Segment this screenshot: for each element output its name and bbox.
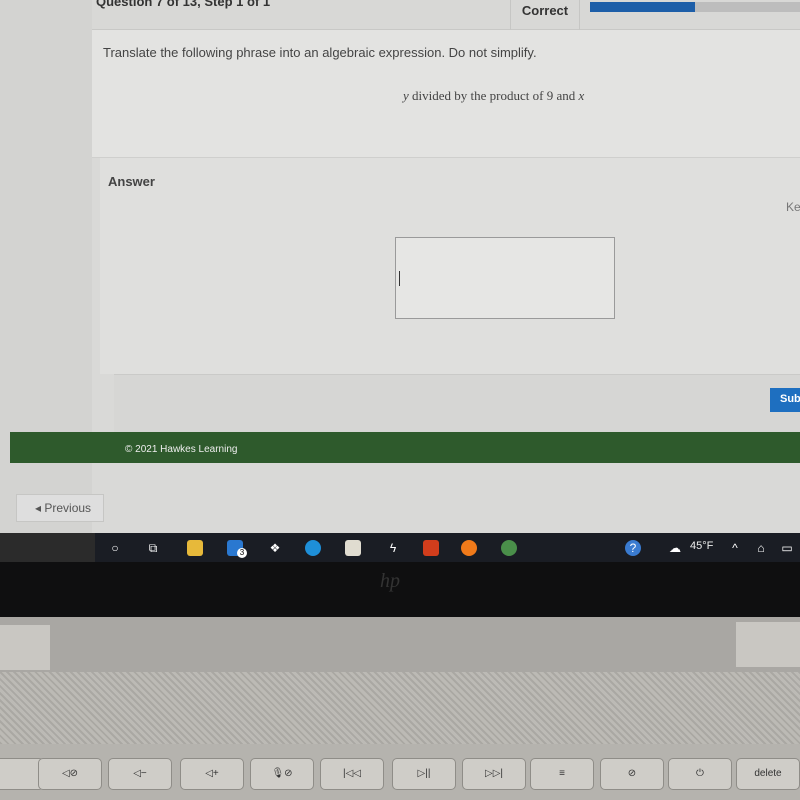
speaker-grille — [0, 672, 800, 744]
key-f5-mute[interactable]: ◁⊘ — [38, 758, 102, 790]
store-icon[interactable] — [345, 540, 361, 556]
task-view-icon[interactable]: ⧉ — [145, 540, 161, 556]
mail-badge: 3 — [237, 548, 247, 558]
network-icon[interactable]: ⌂ — [753, 540, 769, 556]
key-f11-next[interactable]: ▷▷| — [462, 758, 526, 790]
file-explorer-icon[interactable] — [187, 540, 203, 556]
laptop-bezel — [0, 562, 800, 617]
copyright: © 2021 Hawkes Learning — [125, 444, 238, 455]
key-f6-volume-down[interactable]: ◁− — [108, 758, 172, 790]
answer-input[interactable] — [395, 237, 615, 319]
key-f12-menu[interactable]: ≡ — [530, 758, 594, 790]
key-airplane[interactable]: ⊘ — [600, 758, 664, 790]
firefox-icon[interactable] — [461, 540, 477, 556]
weather-temp[interactable]: 45°F — [690, 540, 713, 552]
submit-button[interactable]: Sub — [770, 388, 800, 412]
progress-fill — [590, 2, 695, 12]
question-title: Question 7 of 13, Step 1 of 1 — [96, 0, 271, 9]
key-f9-previous[interactable]: |◁◁ — [320, 758, 384, 790]
answer-label: Answer — [108, 174, 155, 189]
key-power[interactable]: ⏻ — [668, 758, 732, 790]
previous-button[interactable]: ◂ Previous — [16, 494, 104, 522]
progress-bar — [590, 2, 800, 12]
edge-icon[interactable] — [305, 540, 321, 556]
weather-icon[interactable]: ☁ — [667, 540, 683, 556]
text-caret — [399, 271, 400, 286]
phrase-text: divided by the product of 9 and — [408, 88, 579, 103]
hp-logo: hp — [380, 570, 400, 592]
key-f8-mic-mute[interactable]: 🎙⊘ — [250, 758, 314, 790]
hinge-left — [0, 625, 50, 670]
laptop-hinge — [0, 617, 800, 672]
submit-row — [114, 374, 800, 432]
key-f7-volume-up[interactable]: ◁+ — [180, 758, 244, 790]
question-instruction: Translate the following phrase into an a… — [103, 45, 537, 60]
key-f10-play-pause[interactable]: ▷|| — [392, 758, 456, 790]
battery-icon[interactable]: ▭ — [779, 540, 795, 556]
status-correct: Correct — [510, 0, 580, 30]
dropbox-icon[interactable]: ❖ — [267, 540, 283, 556]
app-icon[interactable]: ϟ — [385, 540, 401, 556]
keypad-link[interactable]: Ke — [786, 200, 800, 214]
hinge-right — [736, 622, 800, 667]
mail-icon[interactable]: 3 — [227, 540, 247, 558]
help-icon[interactable]: ? — [625, 540, 641, 556]
var-x: x — [578, 88, 585, 103]
question-phrase: y divided by the product of 9 and x — [403, 88, 584, 104]
chrome-icon[interactable] — [501, 540, 517, 556]
chevron-up-icon[interactable]: ^ — [727, 540, 743, 556]
key-delete[interactable]: delete — [736, 758, 800, 790]
search-icon[interactable]: ○ — [107, 540, 123, 556]
office-icon[interactable] — [423, 540, 439, 556]
